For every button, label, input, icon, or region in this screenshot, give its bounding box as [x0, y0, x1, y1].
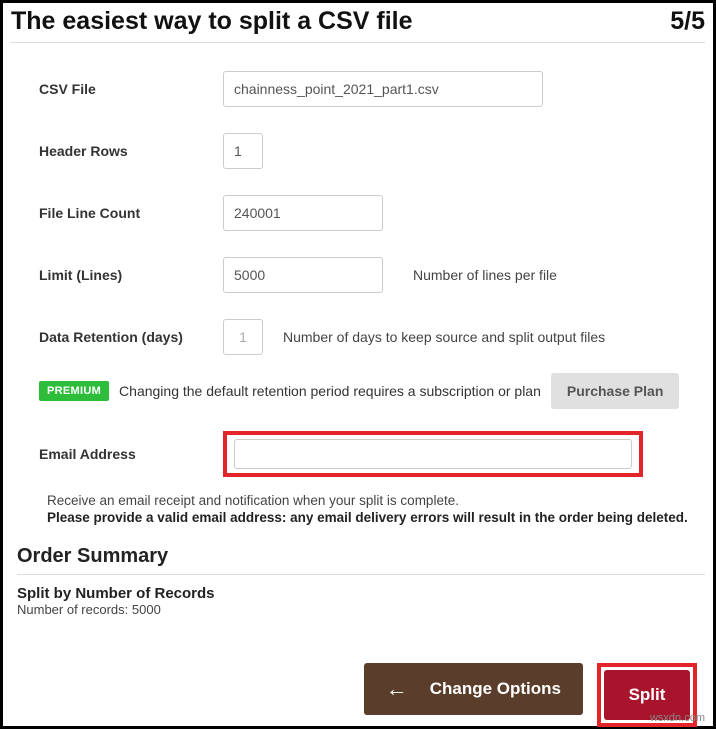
purchase-plan-button[interactable]: Purchase Plan — [551, 373, 680, 409]
email-input[interactable] — [234, 439, 632, 469]
email-warning: Please provide a valid email address: an… — [47, 510, 699, 525]
limit-lines-label: Limit (Lines) — [39, 267, 223, 283]
data-retention-hint: Number of days to keep source and split … — [283, 329, 605, 345]
order-summary-title: Split by Number of Records — [17, 585, 705, 602]
email-highlight-box — [223, 431, 643, 477]
limit-lines-input[interactable] — [223, 257, 383, 293]
step-indicator: 5/5 — [670, 7, 705, 36]
email-note: Receive an email receipt and notificatio… — [47, 493, 699, 508]
order-summary-sub: Number of records: 5000 — [17, 602, 705, 617]
watermark: wsxdn.com — [650, 712, 705, 724]
change-options-label: Change Options — [430, 679, 561, 699]
email-label: Email Address — [39, 446, 223, 462]
premium-text: Changing the default retention period re… — [119, 383, 541, 399]
header-rows-label: Header Rows — [39, 143, 223, 159]
change-options-button[interactable]: ← Change Options — [364, 663, 583, 715]
file-line-count-input[interactable] — [223, 195, 383, 231]
csv-file-input[interactable] — [223, 71, 543, 107]
data-retention-label: Data Retention (days) — [39, 329, 223, 345]
arrow-left-icon: ← — [386, 678, 408, 700]
premium-badge: PREMIUM — [39, 381, 109, 401]
limit-lines-hint: Number of lines per file — [413, 267, 557, 283]
header-rows-input[interactable] — [223, 133, 263, 169]
file-line-count-label: File Line Count — [39, 205, 223, 221]
page-title: The easiest way to split a CSV file — [11, 7, 413, 36]
order-summary-heading: Order Summary — [17, 545, 705, 575]
data-retention-input — [223, 319, 263, 355]
csv-file-label: CSV File — [39, 81, 223, 97]
